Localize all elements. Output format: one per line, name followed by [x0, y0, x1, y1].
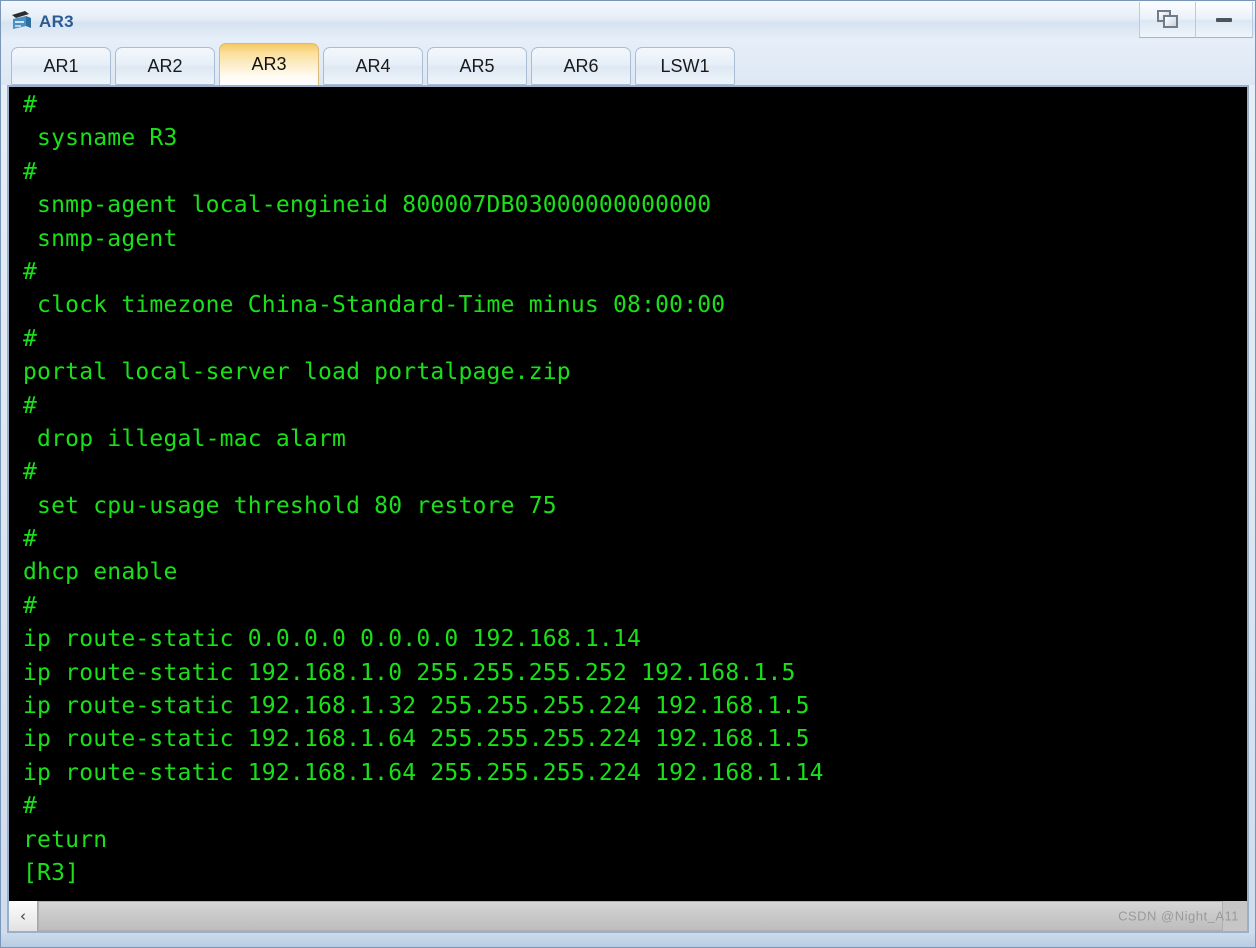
terminal-line: # [23, 258, 38, 285]
terminal-line: sysname R3 [23, 125, 178, 152]
tab-label: AR5 [459, 55, 495, 76]
restore-icon [1156, 9, 1179, 30]
terminal-line: snmp-agent [23, 225, 178, 252]
window-controls [1139, 2, 1253, 38]
terminal-line: # [23, 459, 38, 486]
tab-label: AR4 [355, 55, 391, 76]
terminal-line: dhcp enable [23, 559, 178, 586]
terminal-line: ip route-static 192.168.1.32 255.255.255… [23, 693, 810, 720]
restore-button[interactable] [1139, 2, 1196, 38]
tab-label: AR3 [251, 54, 287, 74]
window-title: AR3 [39, 11, 74, 31]
terminal-line: portal local-server load portalpage.zip [23, 359, 571, 386]
terminal-line: # [23, 793, 38, 820]
minimize-icon [1216, 17, 1232, 22]
tab-ar3[interactable]: AR3 [219, 43, 319, 85]
minimize-button[interactable] [1196, 2, 1253, 38]
terminal-line: ip route-static 192.168.1.64 255.255.255… [23, 759, 824, 786]
tab-ar2[interactable]: AR2 [115, 47, 215, 85]
terminal-line: # [23, 325, 38, 352]
router-icon [9, 8, 35, 34]
terminal-line: ip route-static 192.168.1.0 255.255.255.… [23, 659, 796, 686]
tab-ar4[interactable]: AR4 [323, 47, 423, 85]
device-tab-strip: AR1 AR2 AR3 AR4 AR5 AR6 LSW1 [1, 41, 1255, 85]
terminal-output[interactable]: # sysname R3 # snmp-agent local-engineid … [9, 87, 1247, 901]
terminal-line: clock timezone China-Standard-Time minus… [23, 292, 726, 319]
terminal-line: ip route-static 192.168.1.64 255.255.255… [23, 726, 810, 753]
terminal-line: ip route-static 0.0.0.0 0.0.0.0 192.168.… [23, 626, 642, 653]
terminal-line: set cpu-usage threshold 80 restore 75 [23, 492, 557, 519]
terminal-line: drop illegal-mac alarm [23, 425, 347, 452]
terminal-line: # [23, 526, 38, 553]
tab-label: LSW1 [660, 55, 710, 76]
scroll-left-icon[interactable]: ‹ [9, 901, 38, 931]
terminal-panel: # sysname R3 # snmp-agent local-engineid … [7, 85, 1249, 901]
terminal-line: # [23, 158, 38, 185]
tab-ar1[interactable]: AR1 [11, 47, 111, 85]
terminal-line: return [23, 826, 108, 853]
scrollbar-track[interactable]: CSDN @Night_A11 [38, 901, 1247, 931]
terminal-window: AR3 AR1 AR2 AR3 AR4 AR5 AR6 LSW1 # sysna… [0, 0, 1256, 948]
tab-ar6[interactable]: AR6 [531, 47, 631, 85]
tab-lsw1[interactable]: LSW1 [635, 47, 735, 85]
tab-label: AR1 [43, 55, 79, 76]
terminal-line: # [23, 92, 38, 118]
tab-label: AR6 [563, 55, 599, 76]
terminal-line: # [23, 392, 38, 419]
scrollbar-thumb[interactable] [38, 901, 1223, 931]
window-bottom-edge [1, 933, 1255, 947]
terminal-line: snmp-agent local-engineid 800007DB030000… [23, 192, 712, 219]
terminal-line: [R3] [23, 859, 80, 886]
terminal-line: # [23, 592, 38, 619]
tab-label: AR2 [147, 55, 183, 76]
tab-ar5[interactable]: AR5 [427, 47, 527, 85]
horizontal-scrollbar[interactable]: ‹ CSDN @Night_A11 [7, 901, 1249, 933]
title-bar: AR3 [1, 1, 1255, 41]
